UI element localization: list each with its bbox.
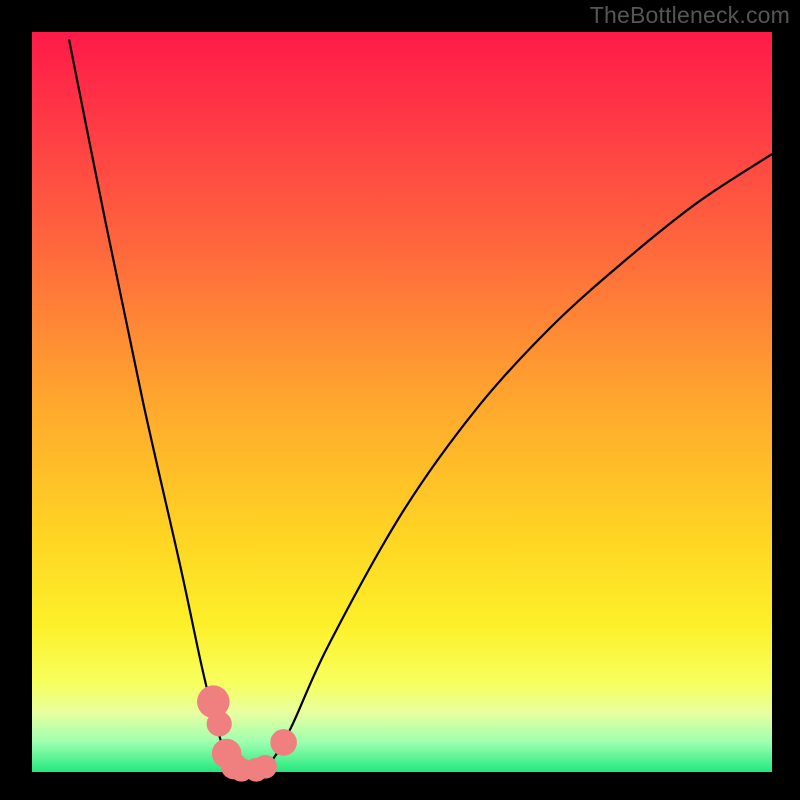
bottleneck-chart: TheBottleneck.com bbox=[0, 0, 800, 800]
marker-g bbox=[253, 755, 277, 779]
attribution-watermark: TheBottleneck.com bbox=[590, 2, 790, 29]
marker-h bbox=[270, 729, 297, 756]
marker-b bbox=[207, 711, 232, 736]
chart-svg bbox=[0, 0, 800, 800]
